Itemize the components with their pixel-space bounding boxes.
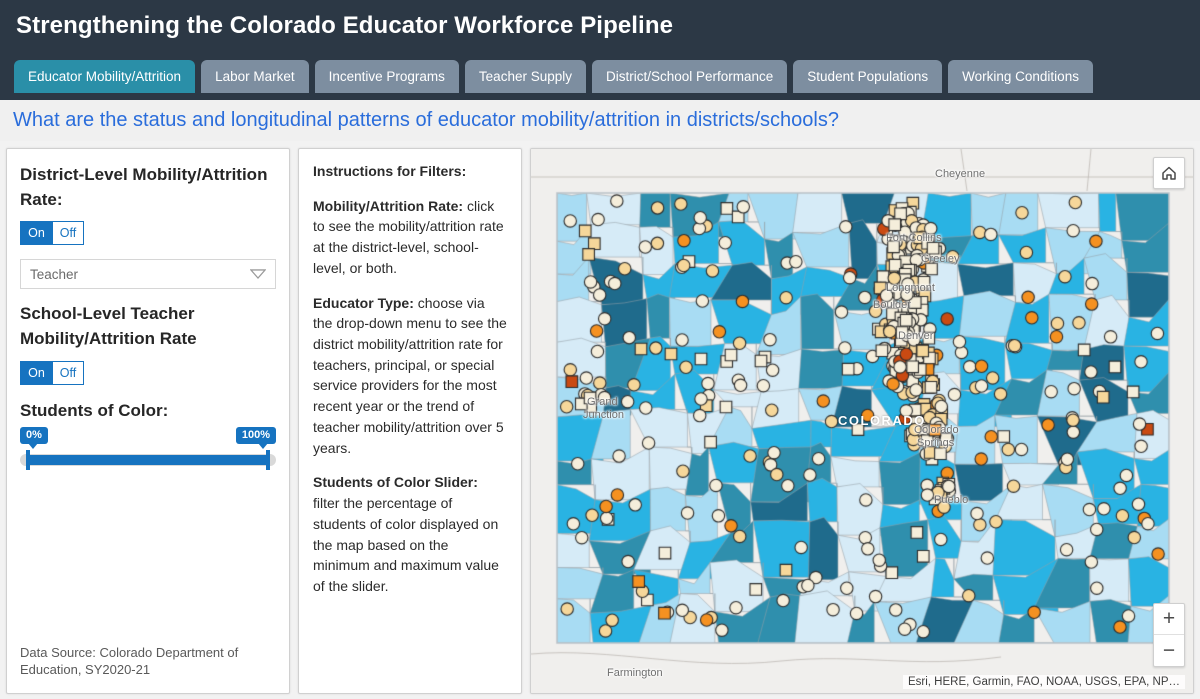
chevron-down-icon — [250, 269, 266, 280]
instruction-item: Mobility/Attrition Rate: click to see th… — [313, 196, 507, 279]
panels-row: District-Level Mobility/Attrition Rate: … — [0, 143, 1200, 699]
tab-working-conditions[interactable]: Working Conditions — [948, 60, 1093, 93]
slider-handle-max[interactable] — [266, 450, 270, 471]
tab-student-populations[interactable]: Student Populations — [793, 60, 943, 93]
instruction-term: Mobility/Attrition Rate: — [313, 197, 464, 214]
students-of-color-slider[interactable]: 0% 100% — [20, 427, 276, 483]
research-question: What are the status and longitudinal pat… — [13, 109, 839, 131]
tab-teacher-supply[interactable]: Teacher Supply — [464, 60, 586, 93]
school-toggle-on[interactable]: On — [20, 360, 52, 385]
instruction-text: choose via the drop-down menu to see the… — [313, 294, 507, 456]
tab-incentive-programs[interactable]: Incentive Programs — [314, 60, 459, 93]
slider-min-bubble: 0% — [20, 427, 48, 450]
map-attribution: Esri, HERE, Garmin, FAO, NOAA, USGS, EPA… — [902, 675, 1185, 689]
district-toggle-on[interactable]: On — [20, 221, 52, 246]
tab-labor-market[interactable]: Labor Market — [201, 60, 309, 93]
instructions-title: Instructions for Filters: — [313, 163, 467, 179]
slider-handle-min[interactable] — [26, 450, 30, 471]
school-rate-toggle[interactable]: On Off — [20, 360, 276, 385]
instruction-text: filter the percentage of students of col… — [313, 495, 499, 594]
map-zoom-controls[interactable]: + − — [1153, 603, 1185, 667]
instruction-term: Students of Color Slider: — [313, 474, 478, 491]
zoom-out-button[interactable]: − — [1154, 635, 1184, 666]
instructions-body: Instructions for Filters: Mobility/Attrit… — [299, 149, 521, 609]
district-toggle-off[interactable]: Off — [52, 221, 84, 246]
students-of-color-label: Students of Color: — [20, 400, 169, 420]
dashboard-root: Strengthening the Colorado Educator Work… — [0, 0, 1200, 699]
school-toggle-off[interactable]: Off — [52, 360, 84, 385]
app-header: Strengthening the Colorado Educator Work… — [0, 0, 1200, 100]
home-icon[interactable] — [1153, 157, 1185, 189]
tab-district-school-performance[interactable]: District/School Performance — [591, 60, 788, 93]
slider-fill — [26, 455, 270, 466]
instruction-term: Educator Type: — [313, 294, 414, 311]
map-panel[interactable]: Cheyenne Farmington COLORADO Fort Collins Gr… — [530, 148, 1194, 694]
page-title: Strengthening the Colorado Educator Work… — [16, 12, 674, 39]
main-tab-bar: Educator Mobility/Attrition Labor Market I… — [14, 60, 1093, 93]
instruction-item: Educator Type: choose via the drop-down … — [313, 293, 507, 459]
choropleth-map[interactable] — [531, 149, 1193, 693]
educator-type-value: Teacher — [30, 266, 79, 282]
filter-panel: District-Level Mobility/Attrition Rate: … — [6, 148, 290, 694]
tab-educator-mobility-attrition[interactable]: Educator Mobility/Attrition — [14, 60, 196, 93]
district-rate-label: District-Level Mobility/Attrition Rate: — [20, 165, 268, 209]
district-rate-toggle[interactable]: On Off — [20, 221, 276, 246]
zoom-in-button[interactable]: + — [1154, 604, 1184, 635]
school-rate-label: School-Level Teacher Mobility/Attrition … — [20, 304, 197, 348]
slider-max-bubble: 100% — [235, 427, 276, 450]
educator-type-select[interactable]: Teacher — [20, 259, 276, 290]
data-source-note: Data Source: Colorado Department of Educ… — [20, 644, 239, 678]
instruction-item: Students of Color Slider: filter the per… — [313, 472, 507, 596]
instructions-panel: Instructions for Filters: Mobility/Attrit… — [298, 148, 522, 694]
question-banner: What are the status and longitudinal pat… — [0, 100, 1200, 141]
